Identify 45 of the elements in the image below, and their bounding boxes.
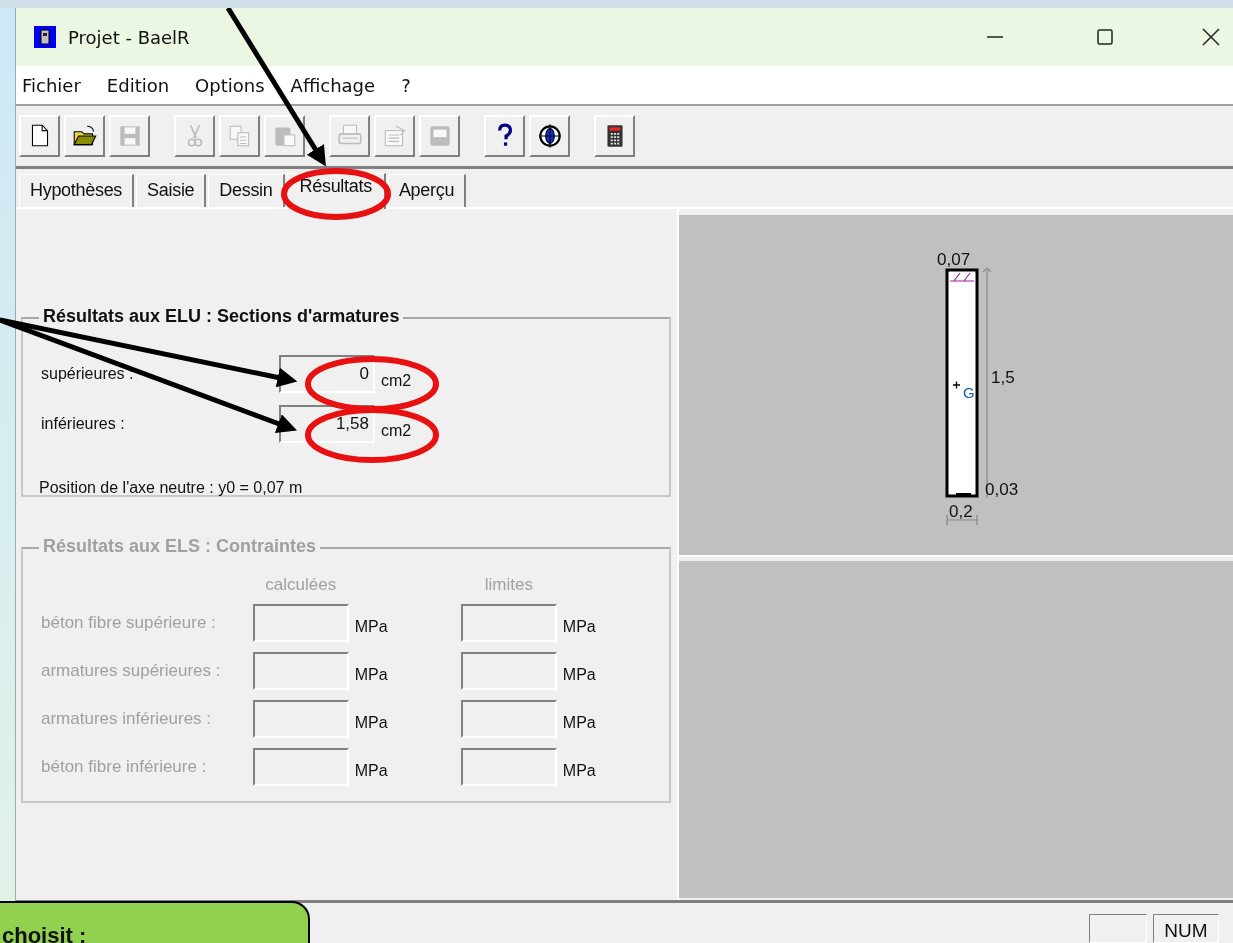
tab[interactable]: Saisie bbox=[136, 174, 207, 207]
unit-label: MPa bbox=[562, 666, 596, 684]
help-button[interactable] bbox=[484, 115, 525, 157]
document-button[interactable] bbox=[19, 115, 60, 157]
num-lock-indicator: NUM bbox=[1153, 914, 1219, 943]
tab[interactable]: Dessin bbox=[208, 174, 285, 207]
column-header: limites bbox=[483, 575, 534, 595]
result-text: Position de l'axe neutre : y0 = 0,07 m bbox=[39, 479, 304, 497]
unit-label: cm2 bbox=[381, 372, 412, 390]
field-label: inférieures : bbox=[41, 415, 125, 433]
field-label: béton fibre inférieure : bbox=[41, 757, 208, 777]
close-icon[interactable] bbox=[1201, 27, 1221, 47]
unit-label: MPa bbox=[354, 714, 388, 732]
dimension-label: 0,03 bbox=[985, 480, 1019, 499]
dimension-label: 0,2 bbox=[949, 502, 973, 521]
field-label: armatures supérieures : bbox=[41, 661, 222, 681]
menu-item[interactable]: Affichage bbox=[290, 74, 376, 96]
maximize-icon[interactable] bbox=[1095, 27, 1115, 47]
calculator-button[interactable] bbox=[594, 115, 635, 157]
centroid-label: G bbox=[963, 384, 975, 401]
field-label: armatures inférieures : bbox=[41, 709, 213, 729]
window-title: Projet - BaelR bbox=[68, 26, 190, 48]
unit-label: MPa bbox=[354, 666, 388, 684]
column-header: calculées bbox=[264, 575, 338, 595]
globe-button[interactable] bbox=[529, 115, 570, 157]
menu-item[interactable]: Fichier bbox=[22, 74, 81, 96]
menu-item[interactable]: ? bbox=[401, 74, 411, 96]
field-label: béton fibre supérieure : bbox=[41, 613, 217, 633]
dimension-label: 1,5 bbox=[991, 368, 1015, 387]
unit-label: MPa bbox=[354, 618, 388, 636]
dimension-label: 0,07 bbox=[937, 250, 971, 269]
folder-button[interactable] bbox=[64, 115, 105, 157]
unit-label: MPa bbox=[562, 618, 596, 636]
tab[interactable]: Aperçu bbox=[387, 174, 467, 207]
unit-label: MPa bbox=[562, 762, 596, 780]
app-icon bbox=[34, 26, 56, 48]
menu-item[interactable]: Options bbox=[195, 74, 265, 96]
tab[interactable]: Hypothèses bbox=[19, 174, 135, 207]
unit-label: MPa bbox=[354, 762, 388, 780]
callout-box: choisit : bbox=[0, 901, 310, 943]
centroid-mark bbox=[952, 380, 961, 390]
unit-label: MPa bbox=[562, 714, 596, 732]
menu-item[interactable]: Edition bbox=[106, 74, 170, 96]
unit-label: cm2 bbox=[381, 422, 412, 440]
status-panel bbox=[1089, 914, 1147, 943]
